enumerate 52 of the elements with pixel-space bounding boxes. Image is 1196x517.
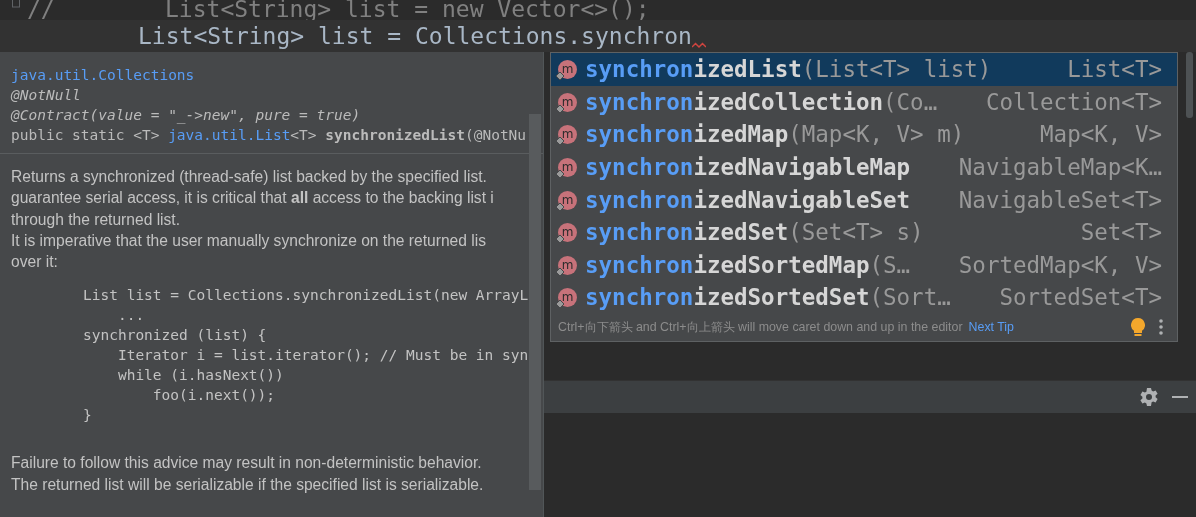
completion-item[interactable]: m synchronizedNavigableSet NavigableSet<T>: [551, 183, 1177, 216]
code-example-line: }: [83, 406, 93, 426]
code-example-line: Iterator i = list.iterator(); // Must be in syn: [116, 346, 530, 366]
static-marker-icon: [556, 202, 564, 211]
completion-item[interactable]: m synchronizedSortedMap(S… SortedMap<K, V>: [551, 248, 1177, 282]
method-icon: m: [558, 125, 577, 145]
method-icon: m: [558, 288, 577, 308]
more-options-icon[interactable]: [1159, 319, 1163, 336]
method-icon: m: [558, 223, 577, 243]
next-tip-link[interactable]: Next Tip: [968, 320, 1014, 335]
settings-icon[interactable]: [1140, 388, 1158, 406]
completion-item[interactable]: m synchronizedSet(Set<T> s) Set<T>: [551, 215, 1177, 249]
completion-item[interactable]: m synchronizedNavigableMap NavigableMap<K…: [551, 150, 1177, 184]
doc-text-line: Failure to follow this advice may result in non-deterministic behavior.: [11, 453, 483, 474]
static-marker-icon: [556, 267, 564, 276]
method-icon: m: [558, 255, 577, 275]
code-line: List<String> list = Collections.synchron: [138, 23, 692, 49]
code-line: List<String> list = new Vector<>();: [165, 0, 650, 22]
method-icon: m: [558, 158, 577, 178]
type-link[interactable]: java.util.List: [168, 127, 291, 143]
static-marker-icon: [556, 235, 564, 244]
static-marker-icon: [556, 170, 564, 179]
static-marker-icon: [556, 300, 564, 309]
annotation-text: @NotNull: [11, 86, 82, 105]
code-example-line: synchronized (list) {: [83, 326, 268, 346]
method-icon: m: [558, 60, 577, 80]
comment-mark: //: [27, 0, 55, 22]
scrollbar[interactable]: [1186, 52, 1193, 118]
lightbulb-icon[interactable]: [1131, 318, 1145, 337]
doc-text-line: It is imperative that the user manually synchronize on the returned lis: [11, 230, 487, 251]
static-marker-icon: [556, 72, 564, 81]
doc-text-line: Returns a synchronized (thread-safe) list backed by the specified list.: [11, 167, 488, 187]
method-signature: public static <T> java.util.List<T> synchronizedList(@NotNu: [11, 126, 528, 145]
annotation-text: @Contract(value = "_->new", pure = true): [11, 106, 362, 125]
completion-item[interactable]: m synchronizedCollection(Co… Collection<T>: [551, 85, 1177, 119]
class-link[interactable]: java.util.Collections: [11, 65, 543, 85]
code-example-line: while (i.hasNext()): [116, 366, 285, 386]
static-marker-icon: [556, 137, 564, 146]
completion-item[interactable]: m synchronizedSortedSet(Sort… SortedSet<T>: [551, 281, 1177, 314]
static-marker-icon: [556, 104, 564, 113]
method-icon: m: [558, 92, 577, 112]
code-example-line: foo(i.next());: [151, 386, 277, 406]
doc-text-line: The returned list will be serializable if the specified list is serializable.: [11, 475, 485, 496]
doc-text-line: through the returned list.: [11, 209, 182, 230]
code-example-line: List list = Collections.synchronizedList(new ArrayL: [83, 286, 530, 306]
method-icon: m: [558, 190, 577, 210]
completion-item[interactable]: m synchronizedList(List<T> list) List<T>: [551, 53, 1177, 86]
doc-text-line: guarantee serial access, it is critical that all access to the backing list i: [11, 188, 495, 209]
code-example-line: ...: [116, 306, 146, 326]
completion-item[interactable]: m synchronizedMap(Map<K, V> m) Map<K, V>: [551, 118, 1177, 151]
fold-icon[interactable]: [12, 0, 20, 8]
doc-text-line: over it:: [11, 252, 59, 273]
